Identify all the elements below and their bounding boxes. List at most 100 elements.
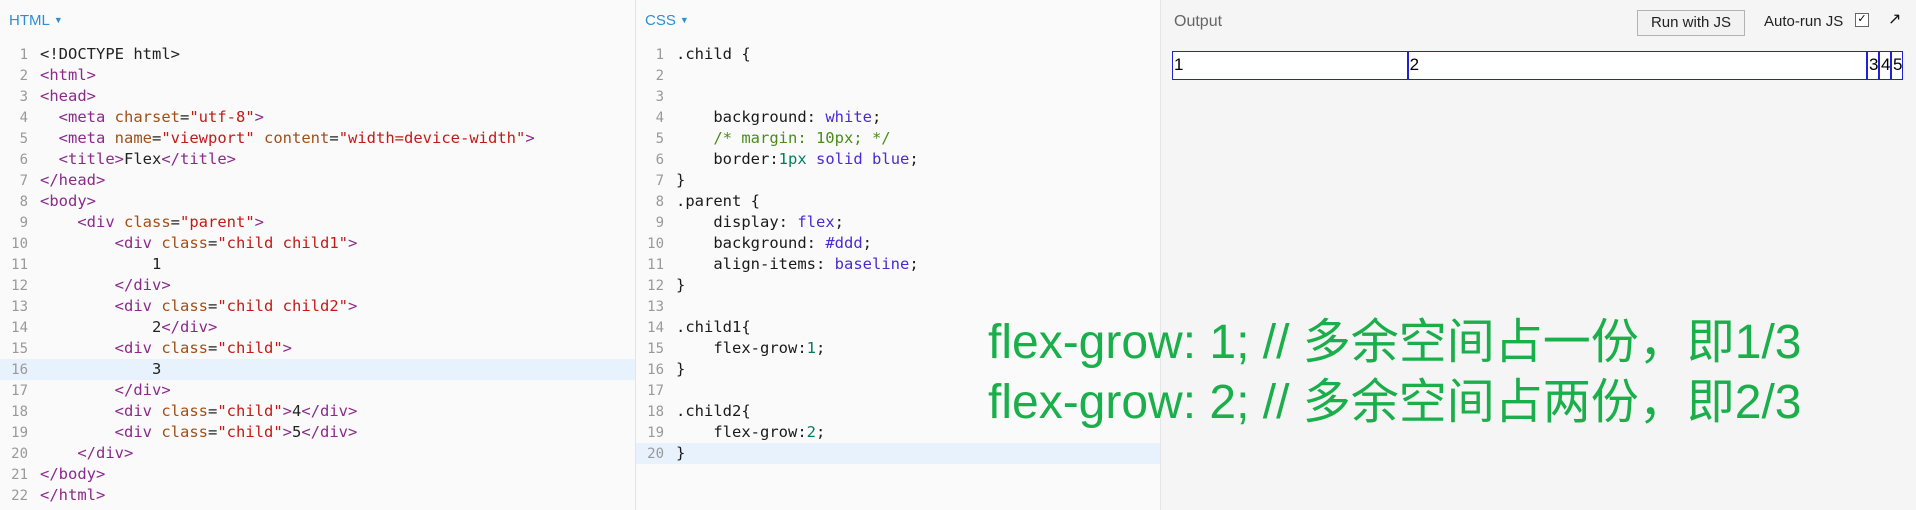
css-code-line[interactable]: 4 background: white;: [636, 107, 1160, 128]
code-token: =: [208, 234, 218, 252]
html-code-line[interactable]: 12 </div>: [0, 275, 635, 296]
code-token: <div: [114, 423, 162, 441]
code-token: class: [161, 297, 208, 315]
line-number: 3: [19, 89, 28, 105]
line-number: 21: [11, 467, 28, 483]
html-code-line[interactable]: 8 <body>: [0, 191, 635, 212]
html-code-line[interactable]: 17 </div>: [0, 380, 635, 401]
autorun-label: Auto-run JS: [1764, 13, 1844, 30]
code-token: ;: [909, 255, 919, 273]
css-code-line[interactable]: 20}: [636, 443, 1160, 464]
code-token: <body>: [40, 192, 96, 210]
css-code-line[interactable]: 7}: [636, 170, 1160, 191]
html-code-line[interactable]: 10 <div class="child child1">: [0, 233, 635, 254]
html-code-line[interactable]: 22 </html>: [0, 485, 635, 506]
code-token: 1px: [778, 150, 807, 168]
code-token: background: [713, 234, 807, 252]
autorun-checkbox[interactable]: ✓: [1855, 13, 1869, 27]
html-code-line[interactable]: 6 <title>Flex</title>: [0, 149, 635, 170]
code-token: "parent": [180, 213, 255, 231]
html-code-line[interactable]: 3 <head>: [0, 86, 635, 107]
html-code-line[interactable]: 9 <div class="parent">: [0, 212, 635, 233]
line-number: 12: [647, 278, 664, 294]
code-token: flex-grow: [713, 339, 798, 357]
css-pane-header[interactable]: CSS ▼: [645, 12, 689, 29]
code-token: flex: [797, 213, 835, 231]
line-number: 7: [655, 173, 664, 189]
css-code-line[interactable]: 9 display: flex;: [636, 212, 1160, 233]
code-token: }: [676, 360, 686, 378]
html-code-line[interactable]: 20 </div>: [0, 443, 635, 464]
html-code-line[interactable]: 16 3: [0, 359, 635, 380]
html-code-line[interactable]: 11 1: [0, 254, 635, 275]
css-code-line[interactable]: 1 .child {: [636, 44, 1160, 65]
css-code-line[interactable]: 11 align-items: baseline;: [636, 254, 1160, 275]
code-token: <html>: [40, 66, 96, 84]
css-code-line[interactable]: 5 /* margin: 10px; */: [636, 128, 1160, 149]
code-token: =: [170, 213, 181, 231]
output-pane: Output Run with JS Auto-run JS ✓ ↗ 1 2 3…: [1161, 0, 1916, 510]
html-code-line[interactable]: 19 <div class="child">5</div>: [0, 422, 635, 443]
code-token: "child": [217, 339, 283, 357]
css-code-line[interactable]: 12}: [636, 275, 1160, 296]
html-editor-pane[interactable]: HTML ▼ 1 <!DOCTYPE html> 2 <html> 3 <head> 4 <m…: [0, 0, 636, 510]
html-code-line[interactable]: 4 <meta charset="utf-8">: [0, 107, 635, 128]
code-token: class: [124, 213, 171, 231]
run-with-js-button[interactable]: Run with JS: [1637, 10, 1745, 36]
code-token: <meta: [58, 129, 115, 147]
html-pane-header[interactable]: HTML ▼: [9, 12, 63, 29]
code-token: class: [161, 234, 208, 252]
line-number: 18: [647, 404, 664, 420]
code-token: }: [676, 444, 686, 462]
code-token: .child {: [676, 45, 751, 63]
code-token: .child1{: [676, 318, 751, 336]
css-code-line[interactable]: 10 background: #ddd;: [636, 233, 1160, 254]
code-token: "child child2": [217, 297, 348, 315]
line-number: 9: [655, 215, 664, 231]
html-code-line[interactable]: 2 <html>: [0, 65, 635, 86]
html-code-line[interactable]: 15 <div class="child">: [0, 338, 635, 359]
css-code-line[interactable]: 6 border:1px solid blue;: [636, 149, 1160, 170]
html-code-line[interactable]: 1 <!DOCTYPE html>: [0, 44, 635, 65]
line-number: 22: [11, 488, 28, 504]
popout-icon[interactable]: ↗: [1888, 9, 1901, 29]
css-code-line[interactable]: 3: [636, 86, 1160, 107]
code-token: =: [208, 402, 218, 420]
code-token: "child": [217, 423, 283, 441]
line-number: 20: [647, 446, 664, 462]
code-token: charset: [114, 108, 180, 126]
code-token: display: [713, 213, 779, 231]
css-code-line[interactable]: 8 .parent {: [636, 191, 1160, 212]
dropdown-caret-icon[interactable]: ▼: [680, 15, 689, 25]
html-code-line[interactable]: 5 <meta name="viewport" content="width=d…: [0, 128, 635, 149]
css-editor-pane[interactable]: CSS ▼ 1 .child { 2 3 4 background: white; 5 /*…: [636, 0, 1161, 510]
code-token: border: [713, 150, 770, 168]
html-code-line[interactable]: 21 </body>: [0, 464, 635, 485]
line-number: 9: [19, 215, 28, 231]
code-token: ;: [872, 108, 882, 126]
line-number: 6: [19, 152, 28, 168]
code-token: =: [208, 423, 218, 441]
code-token: background: [713, 108, 807, 126]
dropdown-caret-icon[interactable]: ▼: [54, 15, 63, 25]
html-code-line[interactable]: 7 </head>: [0, 170, 635, 191]
code-token: }: [676, 276, 686, 294]
code-token: </div>: [77, 444, 134, 462]
html-code-editor[interactable]: 1 <!DOCTYPE html> 2 <html> 3 <head> 4 <meta ch…: [0, 44, 635, 506]
html-code-line[interactable]: 18 <div class="child">4</div>: [0, 401, 635, 422]
html-code-line[interactable]: 13 <div class="child child2">: [0, 296, 635, 317]
css-code-line[interactable]: 2: [636, 65, 1160, 86]
line-number: 1: [655, 47, 664, 63]
html-code-line[interactable]: 14 2</div>: [0, 317, 635, 338]
code-token: 5: [292, 423, 302, 441]
